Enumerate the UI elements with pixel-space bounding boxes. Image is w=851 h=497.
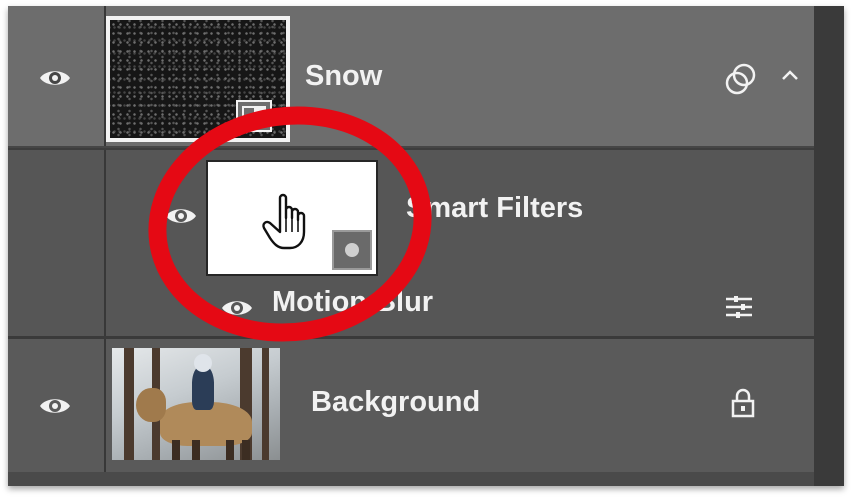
panel-scroll-track[interactable]	[814, 6, 844, 486]
horse-head-shape	[136, 388, 166, 422]
panel-footer-strip	[8, 472, 814, 486]
rider-head-shape	[194, 354, 212, 372]
collapse-chevron-icon[interactable]	[780, 68, 800, 82]
filter-mask-icon	[332, 230, 372, 270]
filter-effects-icon[interactable]	[724, 62, 758, 96]
snow-visibility-eye-icon[interactable]	[38, 68, 72, 88]
motion-blur-visibility-eye-icon[interactable]	[220, 298, 254, 318]
smart-filters-label[interactable]: Smart Filters	[406, 192, 583, 225]
smart-filters-visibility-eye-icon[interactable]	[164, 206, 198, 226]
background-layer-name[interactable]: Background	[311, 386, 480, 419]
lock-icon[interactable]	[730, 388, 756, 418]
smart-object-icon	[236, 100, 272, 132]
visibility-column	[8, 150, 106, 338]
filter-blending-options-icon[interactable]	[724, 294, 754, 320]
layers-panel: Snow Smart Filters Motion Blur Backgroun…	[8, 6, 844, 486]
background-layer-thumbnail[interactable]	[112, 348, 280, 460]
motion-blur-filter-label[interactable]: Motion Blur	[272, 286, 433, 319]
snow-layer-name[interactable]: Snow	[305, 60, 382, 93]
background-visibility-eye-icon[interactable]	[38, 396, 72, 416]
hand-pointer-icon	[262, 192, 314, 252]
rider-shape	[192, 366, 214, 410]
